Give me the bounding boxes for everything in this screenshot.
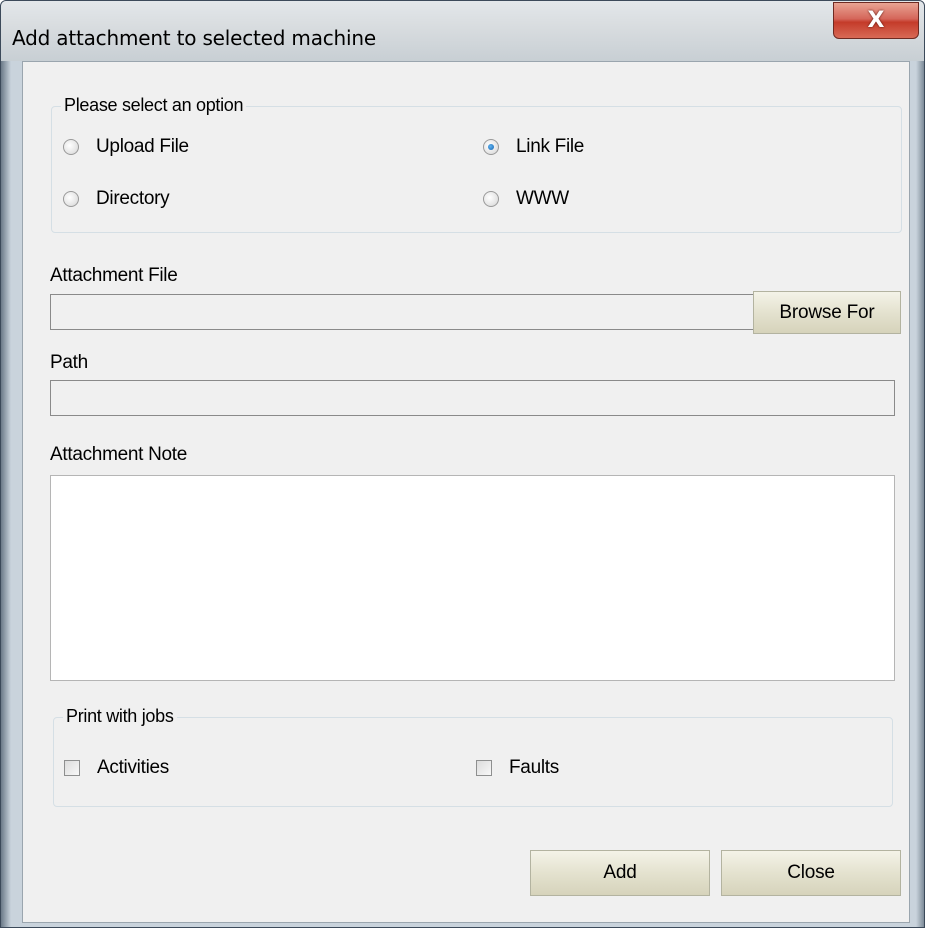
radio-upload-file[interactable]: Upload File xyxy=(63,136,189,158)
path-input[interactable] xyxy=(50,380,895,416)
radio-link-file-button[interactable] xyxy=(483,139,499,155)
checkbox-faults-label: Faults xyxy=(509,757,559,778)
window-close-button[interactable]: X xyxy=(833,2,919,39)
attachment-file-input[interactable] xyxy=(50,294,762,330)
dialog-client-area: Please select an option Upload File Link… xyxy=(22,61,910,923)
dialog-window: Add attachment to selected machine X Ple… xyxy=(0,0,925,928)
attachment-file-label: Attachment File xyxy=(50,265,178,286)
radio-link-file-label: Link File xyxy=(516,136,585,157)
browse-for-label: Browse For xyxy=(779,301,875,323)
checkbox-faults-box[interactable] xyxy=(476,760,492,776)
option-group-legend: Please select an option xyxy=(61,95,247,116)
print-groupbox: Print with jobs xyxy=(53,706,893,807)
radio-www-button[interactable] xyxy=(483,191,499,207)
radio-www[interactable]: WWW xyxy=(483,188,569,210)
checkbox-activities[interactable]: Activities xyxy=(64,757,169,779)
path-label: Path xyxy=(50,352,88,373)
add-button-label: Add xyxy=(603,862,637,883)
radio-www-label: WWW xyxy=(516,188,569,209)
checkbox-faults[interactable]: Faults xyxy=(476,757,559,779)
radio-directory-button[interactable] xyxy=(63,191,79,207)
radio-upload-file-label: Upload File xyxy=(96,136,189,157)
close-button-label: Close xyxy=(787,862,835,883)
radio-directory-label: Directory xyxy=(96,188,170,209)
browse-for-button[interactable]: Browse For xyxy=(753,291,901,334)
option-groupbox: Please select an option xyxy=(51,95,902,233)
checkbox-activities-box[interactable] xyxy=(64,760,80,776)
print-group-legend: Print with jobs xyxy=(63,706,177,727)
title-bar[interactable]: Add attachment to selected machine X xyxy=(1,1,924,61)
close-button[interactable]: Close xyxy=(721,850,901,896)
checkbox-activities-label: Activities xyxy=(97,757,169,778)
radio-link-file[interactable]: Link File xyxy=(483,136,584,158)
radio-upload-file-button[interactable] xyxy=(63,139,79,155)
radio-directory[interactable]: Directory xyxy=(63,188,170,210)
attachment-note-label: Attachment Note xyxy=(50,444,188,465)
attachment-note-textarea[interactable] xyxy=(50,475,895,681)
add-button[interactable]: Add xyxy=(530,850,710,896)
close-icon: X xyxy=(867,8,885,33)
window-title: Add attachment to selected machine xyxy=(12,26,376,50)
